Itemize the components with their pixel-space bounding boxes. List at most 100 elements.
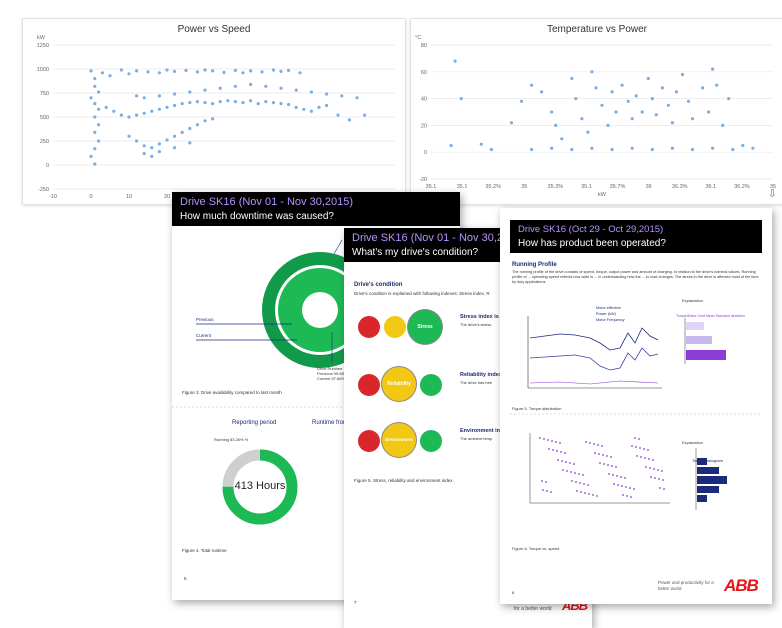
scatter-point — [550, 146, 554, 150]
torque-point — [539, 437, 541, 439]
environment-green-indicator — [420, 430, 442, 452]
torque-point — [659, 487, 661, 489]
torque-point — [593, 443, 595, 445]
scatter-point — [674, 90, 678, 94]
scatter-point — [142, 96, 146, 100]
download-icon[interactable]: ⇩ — [768, 187, 777, 200]
x-tick-label: 36.3% — [672, 184, 688, 190]
power-vs-speed-panel: Power vs Speed 1250 1000 750 500 250 0 -250 -10… — [22, 18, 406, 205]
scatter-point — [509, 121, 514, 125]
scatter-point — [89, 96, 93, 100]
scatter-point — [574, 97, 578, 101]
scatter-point — [680, 72, 685, 77]
scatter-point — [241, 101, 245, 105]
scatter-point — [550, 110, 554, 114]
scatter-point — [731, 147, 735, 152]
section-heading: Running Profile — [512, 262, 557, 268]
scatter-point — [188, 101, 192, 105]
scatter-point — [112, 109, 116, 113]
figure-caption: Figure 3. Drive availability compared to… — [182, 390, 282, 395]
section-intro: Drive's condition is explained with foll… — [354, 291, 490, 296]
scatter-point — [233, 100, 237, 104]
torque-point — [546, 490, 548, 492]
scatter-point — [570, 76, 574, 81]
x-tick-label: 20 — [164, 194, 170, 200]
scatter-point — [89, 69, 93, 73]
figure-caption: Figure 4. Total runtime — [182, 548, 227, 553]
scatter-point — [453, 59, 457, 63]
scatter-point — [173, 92, 177, 96]
torque-point — [613, 483, 615, 485]
scatter-point — [233, 84, 237, 88]
y-tick-label: 500 — [40, 115, 49, 121]
x-tick-label: 35.1 — [581, 184, 592, 190]
legend-previous: Previous — [196, 317, 214, 322]
scatter-point — [586, 130, 590, 134]
torque-point — [634, 437, 636, 439]
torque-point — [562, 469, 564, 471]
stress-red-indicator — [358, 316, 380, 338]
scatter-point — [184, 68, 188, 72]
torque-point — [580, 491, 582, 493]
torque-point — [559, 442, 561, 444]
scatter-point — [97, 90, 101, 94]
scatter-point — [135, 94, 139, 98]
report-page-operation: Drive SK16 (Oct 29 - Oct 29,2015) How ha… — [500, 208, 772, 604]
torque-point — [573, 463, 575, 465]
torque-point — [657, 469, 659, 471]
scatter-point — [97, 107, 101, 111]
scatter-point — [195, 70, 199, 74]
torque-point — [633, 488, 635, 490]
torque-point — [649, 467, 651, 469]
figure-caption: Figure 6. Torque vs. speed — [512, 546, 560, 551]
torque-point — [588, 493, 590, 495]
donut-note: Drive Runtime Previous 99.98% Current 97… — [317, 366, 348, 381]
torque-point — [639, 447, 641, 449]
scatter-point — [279, 69, 283, 73]
scatter-point — [614, 110, 618, 114]
torque-point — [621, 485, 623, 487]
report-question: How has product been operated? — [518, 238, 666, 249]
scatter-point — [279, 102, 283, 106]
stress-yellow-indicator — [384, 316, 406, 338]
scatter-point — [157, 94, 161, 98]
torque-point — [645, 466, 647, 468]
scatter-point — [188, 126, 192, 131]
scatter-point — [108, 74, 112, 78]
scatter-point — [630, 146, 634, 150]
scatter-point — [449, 143, 453, 148]
side-explanation-title: Explanation — [682, 440, 703, 445]
scatter-point — [530, 147, 534, 152]
torque-point — [592, 494, 594, 496]
scatter-point — [660, 86, 664, 90]
scatter-point — [340, 94, 344, 98]
torque-point — [658, 478, 660, 480]
scatter-point — [610, 90, 614, 94]
scatter-point — [701, 86, 705, 90]
scatter-point — [256, 102, 260, 106]
torque-point — [650, 476, 652, 478]
torque-point — [556, 450, 558, 452]
scatter-point — [127, 72, 131, 76]
scatter-point — [211, 102, 215, 106]
x-tick-label: 35.1 — [457, 184, 468, 190]
scatter-point — [93, 102, 97, 106]
page-number: 7 — [354, 600, 357, 605]
y-tick-label: -250 — [38, 187, 49, 193]
scatter-point — [146, 70, 150, 74]
scatter-point — [325, 92, 329, 96]
scatter-point — [135, 69, 139, 73]
scatter-point — [560, 137, 564, 141]
torque-point — [638, 438, 640, 440]
torque-point — [630, 496, 632, 498]
torque-point — [574, 472, 576, 474]
scatter-point — [530, 83, 534, 87]
scatter-point — [157, 142, 161, 146]
scatter-point — [142, 144, 146, 148]
scatter-point — [173, 103, 177, 108]
torque-point — [648, 458, 650, 460]
y-tick-label: 80 — [421, 43, 427, 49]
torque-point — [635, 446, 637, 448]
scatter-point — [142, 151, 146, 156]
scatter-point — [93, 77, 97, 81]
